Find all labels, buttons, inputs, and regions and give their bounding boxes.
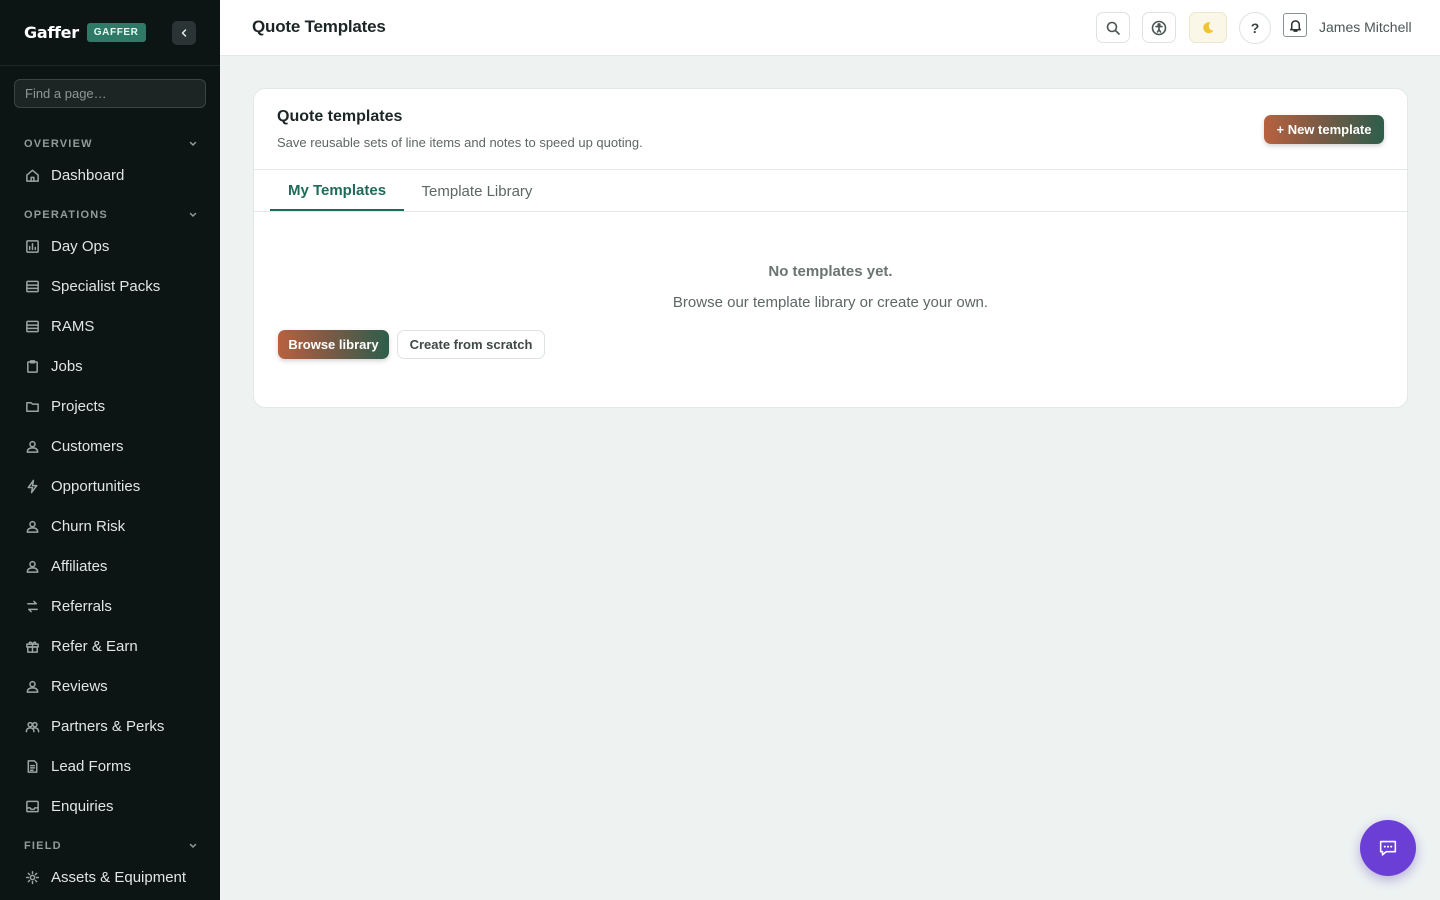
sidebar-item-label: Opportunities (51, 477, 141, 495)
section-label: OVERVIEW (24, 138, 93, 150)
search-icon (1106, 21, 1120, 35)
sidebar-item-reviews[interactable]: Reviews (24, 672, 204, 700)
sidebar-item-lead-forms[interactable]: Lead Forms (24, 752, 204, 780)
sidebar-item-projects[interactable]: Projects (24, 392, 204, 420)
home-icon (24, 167, 40, 183)
bolt-icon (24, 478, 40, 494)
sidebar-item-day-ops[interactable]: Day Ops (24, 232, 204, 260)
clipboard-icon (24, 358, 40, 374)
accessibility-icon (1151, 20, 1167, 35)
chat-button[interactable] (1360, 820, 1416, 876)
gear-icon (24, 869, 40, 885)
browse-library-button[interactable]: Browse library (278, 330, 389, 359)
sidebar-item-label: Dashboard (51, 166, 125, 184)
table-icon (24, 318, 40, 334)
sidebar-item-affiliates[interactable]: Affiliates (24, 552, 204, 580)
topbar: Quote Templates ? James Mitchell (220, 0, 1440, 56)
accessibility-button[interactable] (1142, 12, 1176, 43)
sidebar-item-label: Jobs (51, 357, 83, 375)
sidebar-item-partners-perks[interactable]: Partners & Perks (24, 712, 204, 740)
empty-state-title: No templates yet. (768, 263, 893, 280)
user-icon (24, 438, 40, 454)
sidebar-item-label: RAMS (51, 317, 95, 335)
chevron-down-icon (189, 843, 197, 849)
moon-icon (1203, 21, 1214, 33)
help-button[interactable]: ? (1239, 12, 1271, 44)
page-title: Quote Templates (252, 17, 386, 36)
sidebar-item-label: Referrals (51, 597, 112, 615)
section-label: FIELD (24, 840, 62, 852)
folder-icon (24, 398, 40, 414)
sidebar-item-label: Refer & Earn (51, 637, 138, 655)
chevron-down-icon (189, 141, 197, 147)
sidebar-item-jobs[interactable]: Jobs (24, 352, 204, 380)
sidebar-item-label: Reviews (51, 677, 108, 695)
sidebar-item-dashboard[interactable]: Dashboard (24, 161, 204, 189)
sidebar-item-customers[interactable]: Customers (24, 432, 204, 460)
chart-icon (24, 238, 40, 254)
swap-icon (24, 598, 40, 614)
sidebar-item-label: Partners & Perks (51, 717, 165, 735)
chevron-left-icon (181, 29, 187, 37)
sidebar-item-label: Customers (51, 437, 124, 455)
sidebar-item-label: Projects (51, 397, 106, 415)
brand: Gaffer GAFFER (24, 21, 146, 43)
search-button[interactable] (1096, 12, 1130, 43)
sidebar-item-specialist-packs[interactable]: Specialist Packs (24, 272, 204, 300)
sidebar-item-label: Specialist Packs (51, 277, 161, 295)
notifications-button[interactable] (1283, 13, 1307, 37)
sidebar: Gaffer GAFFER OVERVIEW Dashboard OPERATI… (0, 0, 220, 900)
section-label: OPERATIONS (24, 209, 108, 221)
table-icon (24, 278, 40, 294)
new-template-button[interactable]: + New template (1264, 115, 1384, 144)
tab-my-templates[interactable]: My Templates (270, 171, 404, 211)
collapse-sidebar-button[interactable] (172, 21, 196, 45)
sidebar-item-refer-earn[interactable]: Refer & Earn (24, 632, 204, 660)
inbox-icon (24, 798, 40, 814)
document-icon (24, 758, 40, 774)
sidebar-item-churn-risk[interactable]: Churn Risk (24, 512, 204, 540)
tabs-divider (254, 211, 1407, 212)
bell-icon (1289, 19, 1301, 32)
section-overview[interactable]: OVERVIEW (24, 136, 198, 152)
theme-toggle-button[interactable] (1189, 12, 1227, 43)
empty-state-subtitle: Browse our template library or create yo… (672, 294, 989, 311)
find-page-input[interactable] (14, 79, 206, 108)
sidebar-item-label: Day Ops (51, 237, 110, 255)
user-name[interactable]: James Mitchell (1319, 19, 1412, 35)
chat-icon (1379, 840, 1397, 856)
gift-icon (24, 638, 40, 654)
sidebar-item-label: Assets & Equipment (51, 868, 187, 886)
sidebar-item-label: Lead Forms (51, 757, 132, 775)
brand-badge: GAFFER (86, 22, 146, 42)
sidebar-item-label: Churn Risk (51, 517, 126, 535)
user-icon (24, 678, 40, 694)
card-divider (254, 169, 1407, 170)
user-icon (24, 518, 40, 534)
create-from-scratch-button[interactable]: Create from scratch (397, 330, 545, 359)
card-title: Quote templates (277, 108, 403, 125)
sidebar-item-opportunities[interactable]: Opportunities (24, 472, 204, 500)
card-subtitle: Save reusable sets of line items and not… (277, 135, 643, 150)
sidebar-item-rams[interactable]: RAMS (24, 312, 204, 340)
sidebar-item-label: Enquiries (51, 797, 114, 815)
brand-name: Gaffer (24, 22, 79, 42)
users-icon (24, 718, 40, 734)
section-operations[interactable]: OPERATIONS (24, 207, 198, 223)
quote-templates-card: Quote templates Save reusable sets of li… (253, 88, 1408, 408)
sidebar-divider (0, 65, 220, 66)
chevron-down-icon (189, 212, 197, 218)
sidebar-item-label: Affiliates (51, 557, 108, 575)
user-icon (24, 558, 40, 574)
sidebar-item-assets-equipment[interactable]: Assets & Equipment (24, 863, 204, 891)
sidebar-item-enquiries[interactable]: Enquiries (24, 792, 204, 820)
tab-template-library[interactable]: Template Library (404, 171, 550, 211)
sidebar-item-referrals[interactable]: Referrals (24, 592, 204, 620)
section-field[interactable]: FIELD (24, 838, 198, 854)
